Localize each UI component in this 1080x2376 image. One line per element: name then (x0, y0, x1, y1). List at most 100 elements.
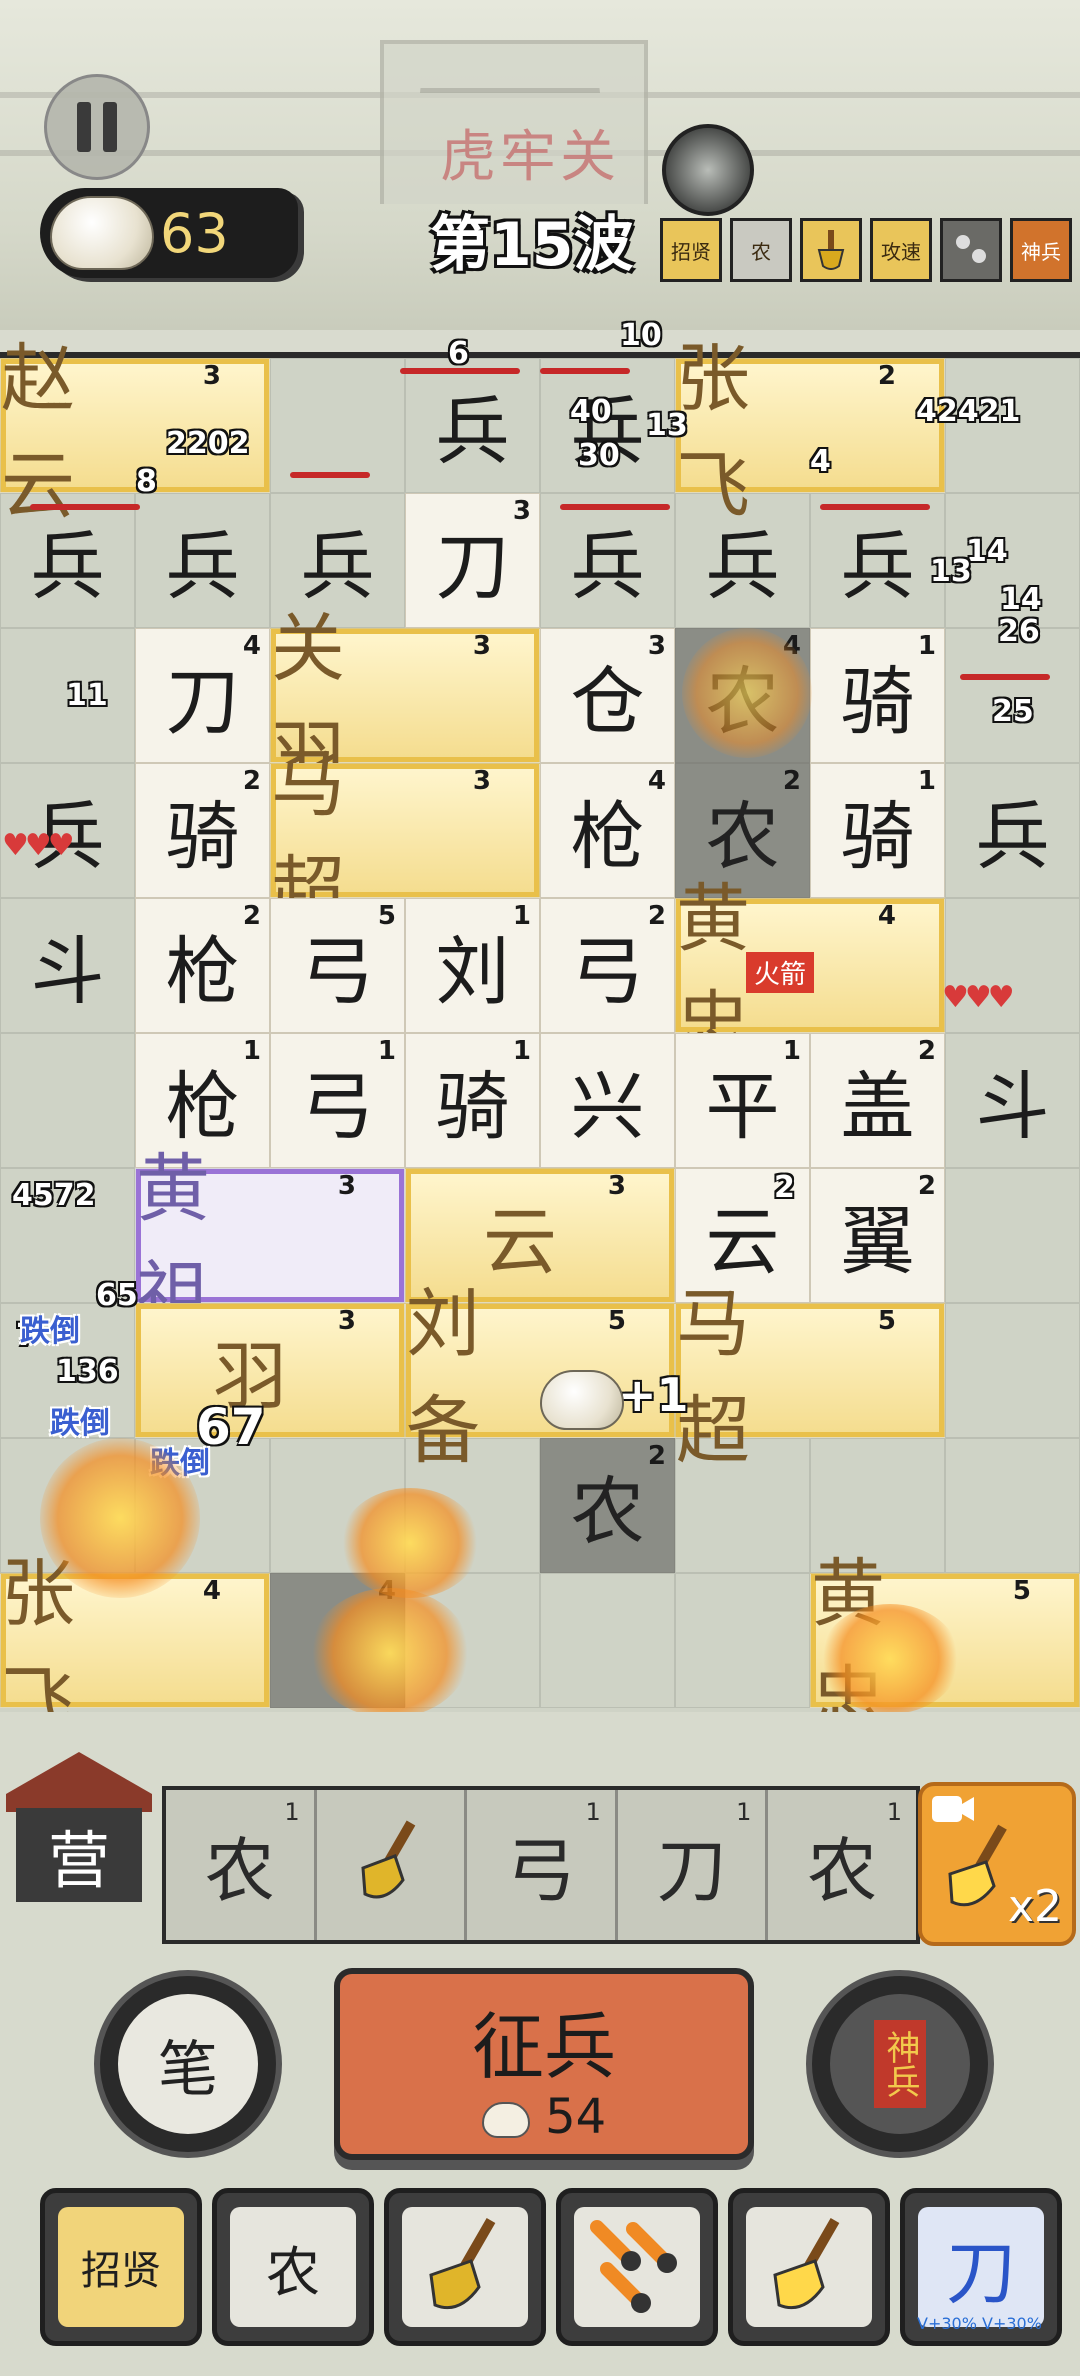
unit-tile[interactable]: 斗 (0, 898, 135, 1033)
unit-level: 1 (512, 901, 531, 931)
camp-button[interactable]: 营 (6, 1752, 152, 1902)
unit-level: 4 (202, 1576, 261, 1606)
golden-shovel-tool[interactable] (728, 2188, 890, 2346)
unit-tile[interactable]: 刀4 (135, 628, 270, 763)
unit-tile[interactable]: 平1 (675, 1033, 810, 1168)
unit-tile[interactable]: 马 超3 (270, 741, 540, 934)
unit-tile[interactable]: 枪4 (540, 763, 675, 898)
recruit-scroll-icon[interactable]: 招贤 (660, 218, 722, 282)
unit-tile[interactable]: 骑2 (135, 763, 270, 898)
unit-name: 兵 (570, 524, 645, 610)
recruit-button[interactable]: 征兵 54 (334, 1968, 754, 2160)
pause-button[interactable] (44, 74, 150, 180)
unit-tile[interactable]: 仓3 (540, 628, 675, 763)
empty-tile[interactable] (945, 1303, 1080, 1438)
farmer-icon: 农 (230, 2207, 356, 2327)
unit-tile[interactable]: 兴 (540, 1033, 675, 1168)
unit-tile[interactable]: 枪2 (135, 898, 270, 1033)
reserve-slot[interactable]: 农 1 (166, 1790, 317, 1940)
recruit-cost: 54 (340, 2089, 748, 2145)
reserve-slots: 农 1 弓 1 刀 1 农 1 (162, 1786, 920, 1944)
unit-level: 2 (242, 766, 261, 796)
shovel-icon[interactable] (800, 218, 862, 282)
recruit-label: 征兵 (471, 2005, 616, 2089)
empty-tile[interactable] (675, 1438, 810, 1573)
brush-button[interactable]: 笔 (94, 1970, 282, 2158)
unit-level: 5 (1012, 1576, 1071, 1606)
enemy-boss-icon[interactable] (662, 124, 754, 216)
unit-tile[interactable]: 骑1 (405, 1033, 540, 1168)
meteor-icon[interactable] (940, 218, 1002, 282)
damage-number: 2202 (166, 426, 250, 461)
unit-level: 3 (202, 361, 261, 391)
unit-name: 弓 (300, 929, 375, 1015)
unit-tile[interactable]: 兵 (405, 358, 540, 493)
enemy-hp-bar (30, 504, 140, 510)
unit-name: 刘 (435, 929, 510, 1015)
damage-number: 11 (66, 678, 108, 713)
unit-level: 2 (647, 901, 666, 931)
mantou-coin-drop[interactable] (540, 1370, 624, 1430)
unit-level: 5 (877, 1306, 936, 1336)
blade-upgrade-tool[interactable]: 刀 V+30% V+30% (900, 2188, 1062, 2346)
unit-tile[interactable]: 刘1 (405, 898, 540, 1033)
attack-speed-icon[interactable]: 攻速 (870, 218, 932, 282)
fortress-name: 虎牢关 (440, 125, 620, 190)
meteor-icon (574, 2207, 700, 2327)
reserve-slot[interactable]: 刀 1 (618, 1790, 769, 1940)
unit-level: 2 (782, 766, 801, 796)
unit-tile[interactable]: 骑1 (810, 628, 945, 763)
unit-tile[interactable]: 兵 (675, 493, 810, 628)
enemy-hp-bar (540, 368, 630, 374)
shovel-icon (402, 2207, 528, 2327)
unit-name: 兵 (975, 794, 1050, 880)
unit-level: 2 (242, 901, 261, 931)
shovel-tool[interactable] (384, 2188, 546, 2346)
reserve-slot[interactable]: 弓 1 (467, 1790, 618, 1940)
unit-tile[interactable]: 弓2 (540, 898, 675, 1033)
damage-number: 42421 (916, 394, 1021, 429)
empty-tile[interactable] (540, 1573, 675, 1708)
empty-tile[interactable] (0, 1033, 135, 1168)
knockdown-status: 跌倒 (50, 1406, 110, 1441)
unit-name: 仓 (570, 659, 645, 745)
damage-number: 8 (136, 464, 157, 499)
farmer-tool[interactable]: 农 (212, 2188, 374, 2346)
damage-number: 13 (646, 408, 688, 443)
empty-tile[interactable] (945, 1168, 1080, 1303)
unit-level: 3 (337, 1171, 396, 1201)
unit-name: 兵 (435, 389, 510, 475)
damage-number: 10 (620, 318, 662, 353)
camp-roof-icon (6, 1752, 152, 1812)
divine-weapon-icon[interactable]: 神兵 (1010, 218, 1072, 282)
unit-tile[interactable]: 斗 (945, 1033, 1080, 1168)
farmer-icon[interactable]: 农 (730, 218, 792, 282)
unit-tile[interactable]: 兵 (945, 763, 1080, 898)
unit-name: 枪 (165, 929, 240, 1015)
unit-tile[interactable]: 羽3 (135, 1303, 405, 1438)
battle-board[interactable]: 赵 云3兵兵张 飞2兵兵兵刀3兵兵兵刀4关 羽3仓3农4骑1兵骑2马 超3枪4农… (0, 318, 1080, 1744)
unit-tile[interactable]: 盖2 (810, 1033, 945, 1168)
meteor-tool[interactable] (556, 2188, 718, 2346)
unit-tile[interactable]: 黄 祖3 (135, 1146, 405, 1339)
unit-tile[interactable]: 马 超5 (675, 1281, 945, 1474)
unit-name: 平 (705, 1064, 780, 1150)
unit-level: 2 (917, 1036, 936, 1066)
empty-tile[interactable] (675, 1573, 810, 1708)
reserve-slot[interactable]: 农 1 (768, 1790, 916, 1940)
unit-tile[interactable]: 农2 (540, 1438, 675, 1573)
reserve-slot[interactable] (317, 1790, 468, 1940)
recruit-scroll-tool[interactable]: 招贤 (40, 2188, 202, 2346)
fire-arrow-tag: 火箭 (746, 952, 815, 993)
unit-tile[interactable]: 兵 (810, 493, 945, 628)
shovel-bonus-ad-button[interactable]: x2 (918, 1782, 1076, 1946)
unit-tile[interactable]: 兵 (0, 493, 135, 628)
damage-number: 14 (1000, 582, 1042, 617)
damage-number: 4 (810, 444, 831, 479)
mantou-coin-icon (481, 2102, 530, 2138)
unit-level: 3 (647, 631, 666, 661)
divine-weapon-button[interactable]: 神兵 (806, 1970, 994, 2158)
unit-tile[interactable]: 弓5 (270, 898, 405, 1033)
unit-tile[interactable]: 兵 (540, 493, 675, 628)
unit-tile[interactable]: 兵 (135, 493, 270, 628)
